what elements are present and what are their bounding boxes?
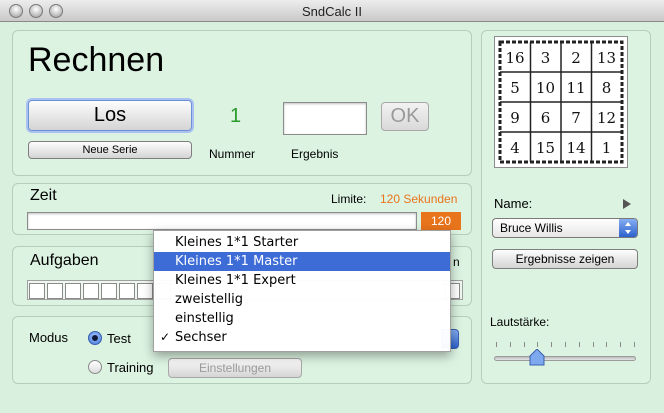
nummer-value: 1 [230,105,242,127]
menu-item[interactable]: ✓ Sechser [154,328,450,347]
magic-square-number: 3 [541,49,551,67]
volume-tick [620,342,622,347]
aufgabe-box [65,283,81,299]
volume-tick [537,342,539,347]
name-popup[interactable]: Bruce Willis [492,218,638,238]
window-title: SndCalc II [302,4,362,19]
main-window: Rechnen Los Neue Serie 1 Nummer Ergebnis… [0,22,664,413]
menu-item-label: Sechser [175,330,227,345]
magic-square-number: 10 [536,79,555,97]
magic-square-number: 8 [602,79,612,97]
aufgabe-box [101,283,117,299]
menu-item-label: Kleines 1*1 Starter [175,235,299,250]
magic-square-number: 13 [597,49,616,67]
volume-tick [523,342,525,347]
training-radio-label[interactable]: Training [107,360,153,375]
zeit-panel: Zeit Limite: 120 Sekunden 120 [12,183,472,235]
magic-square-image: 16 3 2 13 5 10 11 8 9 6 7 12 4 15 14 1 [494,36,628,168]
volume-tick [606,342,608,347]
title-bar: SndCalc II [0,0,664,22]
limite-label: Limite: [331,192,367,206]
magic-square-number: 9 [510,109,520,127]
magic-square-drawing: 16 3 2 13 5 10 11 8 9 6 7 12 4 15 14 1 [498,40,624,164]
name-popup-value: Bruce Willis [500,221,563,235]
magic-square-number: 6 [541,109,551,127]
magic-square-number: 4 [510,139,520,157]
magic-square-number: 11 [566,79,585,97]
time-progress-bar [27,212,417,230]
magic-square-number: 12 [597,109,616,127]
volume-tick [496,342,497,347]
disclosure-triangle-icon[interactable] [623,199,631,209]
magic-square-number: 2 [571,49,581,67]
checkmark-icon: ✓ [160,330,171,344]
ergebnis-label: Ergebnis [291,147,339,161]
lautstaerke-label: Lautstärke: [490,315,550,329]
rechnen-heading: Rechnen [28,41,165,79]
training-radio[interactable] [88,360,102,374]
popup-arrows-icon [619,219,637,237]
aufgaben-right-label: n [453,255,460,269]
menu-item-label: Kleines 1*1 Expert [175,273,296,288]
limite-value: 120 Sekunden [380,192,458,206]
name-label: Name: [494,196,533,211]
magic-square-number: 15 [536,139,555,157]
test-radio[interactable] [88,331,102,345]
menu-item[interactable]: zweistellig [154,290,450,309]
volume-track [494,356,636,361]
los-button[interactable]: Los [28,100,192,131]
magic-square-number: 5 [510,79,520,97]
volume-slider[interactable] [490,336,640,366]
aufgaben-heading: Aufgaben [30,252,99,269]
volume-tick [551,342,553,347]
menu-item-label: einstellig [175,311,234,326]
ergebnisse-zeigen-button[interactable]: Ergebnisse zeigen [492,249,638,269]
menu-item[interactable]: Kleines 1*1 Starter [154,233,450,252]
magic-square-number: 7 [571,109,581,127]
aufgabe-box [119,283,135,299]
volume-tick [592,342,594,347]
ergebnis-input[interactable] [283,102,367,135]
modus-dropdown-menu: Kleines 1*1 Starter Kleines 1*1 Master Kle… [153,230,451,352]
volume-tick [509,342,511,347]
aufgabe-box [47,283,63,299]
volume-tick [634,342,635,347]
ok-button[interactable]: OK [381,102,429,131]
menu-item[interactable]: Kleines 1*1 Expert [154,271,450,290]
menu-item[interactable]: Kleines 1*1 Master [154,252,450,271]
menu-item-label: Kleines 1*1 Master [175,254,298,269]
menu-item-label: zweistellig [175,292,244,307]
volume-knob[interactable] [529,348,545,366]
test-radio-label[interactable]: Test [107,331,131,346]
time-counter: 120 [421,212,461,230]
magic-square-number: 1 [602,139,612,157]
nummer-label: Nummer [209,147,256,161]
aufgabe-box [29,283,45,299]
zeit-heading: Zeit [30,187,57,204]
volume-tick [578,342,580,347]
magic-square-number: 16 [505,49,524,67]
neue-serie-button[interactable]: Neue Serie [28,141,192,159]
magic-square-number: 14 [566,139,585,157]
einstellungen-button[interactable]: Einstellungen [168,358,302,378]
aufgabe-box [137,283,153,299]
menu-item[interactable]: einstellig [154,309,450,328]
volume-tick [565,342,566,347]
rechnen-panel: Rechnen Los Neue Serie 1 Nummer Ergebnis… [12,30,472,176]
sidebar-panel: 16 3 2 13 5 10 11 8 9 6 7 12 4 15 14 1 Name: Bruce Will… [481,30,651,384]
aufgabe-box [83,283,99,299]
modus-label: Modus [29,330,69,345]
